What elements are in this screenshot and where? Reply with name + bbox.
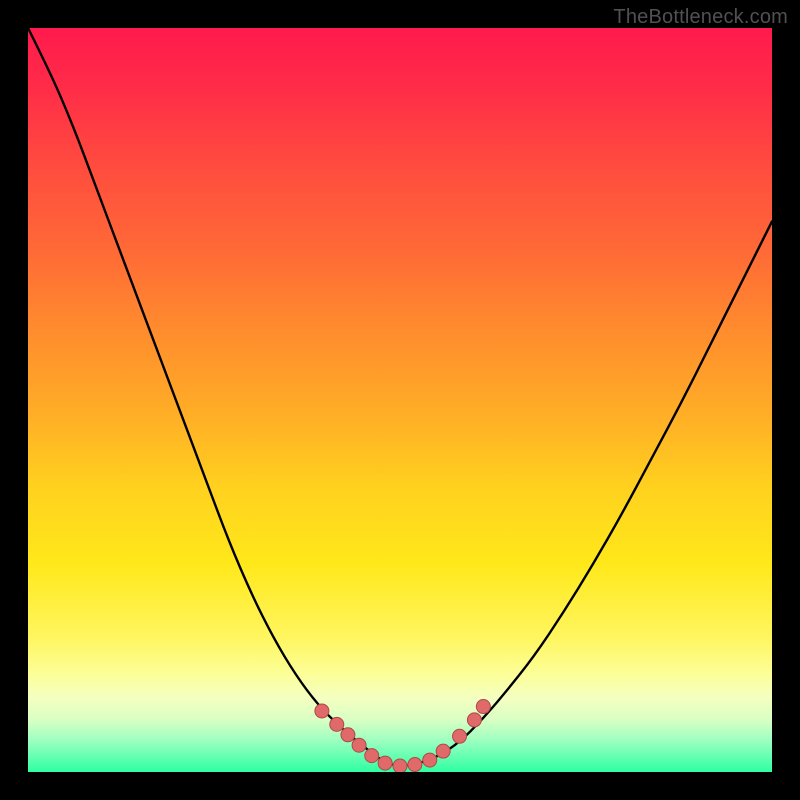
- chart-frame: TheBottleneck.com: [0, 0, 800, 800]
- bottleneck-curve: [28, 28, 772, 766]
- marker-dot: [476, 700, 490, 714]
- highlight-markers: [315, 700, 490, 772]
- watermark-text: TheBottleneck.com: [613, 6, 788, 29]
- chart-svg: [28, 28, 772, 772]
- marker-dot: [365, 749, 379, 763]
- marker-dot: [341, 728, 355, 742]
- marker-dot: [378, 756, 392, 770]
- marker-dot: [352, 738, 366, 752]
- marker-dot: [393, 759, 407, 772]
- marker-dot: [467, 713, 481, 727]
- marker-dot: [315, 704, 329, 718]
- plot-area: [28, 28, 772, 772]
- marker-dot: [423, 753, 437, 767]
- marker-dot: [330, 717, 344, 731]
- marker-dot: [453, 729, 467, 743]
- marker-dot: [436, 744, 450, 758]
- marker-dot: [408, 758, 422, 772]
